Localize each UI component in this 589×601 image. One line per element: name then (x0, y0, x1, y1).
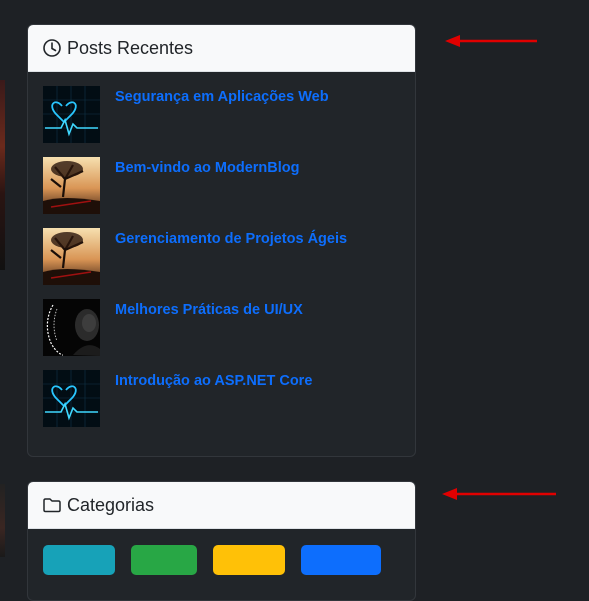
category-badge[interactable] (43, 545, 115, 575)
post-thumbnail[interactable] (43, 86, 100, 143)
recent-posts-header: Posts Recentes (28, 25, 415, 72)
post-link[interactable]: Introdução ao ASP.NET Core (115, 372, 312, 390)
post-link[interactable]: Melhores Práticas de UI/UX (115, 301, 303, 319)
post-thumbnail[interactable] (43, 299, 100, 356)
post-link[interactable]: Gerenciamento de Projetos Ágeis (115, 230, 347, 248)
list-item: Introdução ao ASP.NET Core (43, 370, 400, 427)
side-image-fragment (0, 80, 5, 270)
categories-header: Categorias (28, 482, 415, 529)
post-list: Segurança em Aplicações Web Bem-vindo ao… (28, 72, 415, 427)
recent-posts-card: Posts Recentes Segurança em Aplicações W… (27, 24, 416, 457)
folder-icon (42, 495, 62, 515)
list-item: Melhores Práticas de UI/UX (43, 299, 400, 356)
post-link[interactable]: Bem-vindo ao ModernBlog (115, 159, 299, 177)
category-badge[interactable] (213, 545, 285, 575)
categories-title: Categorias (67, 494, 155, 515)
list-item: Bem-vindo ao ModernBlog (43, 157, 400, 214)
post-link[interactable]: Segurança em Aplicações Web (115, 88, 329, 106)
post-thumbnail[interactable] (43, 370, 100, 427)
annotation-arrow (444, 34, 538, 48)
post-thumbnail[interactable] (43, 157, 100, 214)
recent-posts-title: Posts Recentes (67, 37, 194, 58)
clock-icon (42, 38, 62, 58)
category-badge-row (28, 529, 415, 575)
post-thumbnail[interactable] (43, 228, 100, 285)
list-item: Gerenciamento de Projetos Ágeis (43, 228, 400, 285)
category-badge[interactable] (301, 545, 381, 575)
annotation-arrow (441, 487, 557, 501)
categories-card: Categorias (27, 481, 416, 601)
side-image-fragment (0, 484, 5, 557)
list-item: Segurança em Aplicações Web (43, 86, 400, 143)
category-badge[interactable] (131, 545, 197, 575)
